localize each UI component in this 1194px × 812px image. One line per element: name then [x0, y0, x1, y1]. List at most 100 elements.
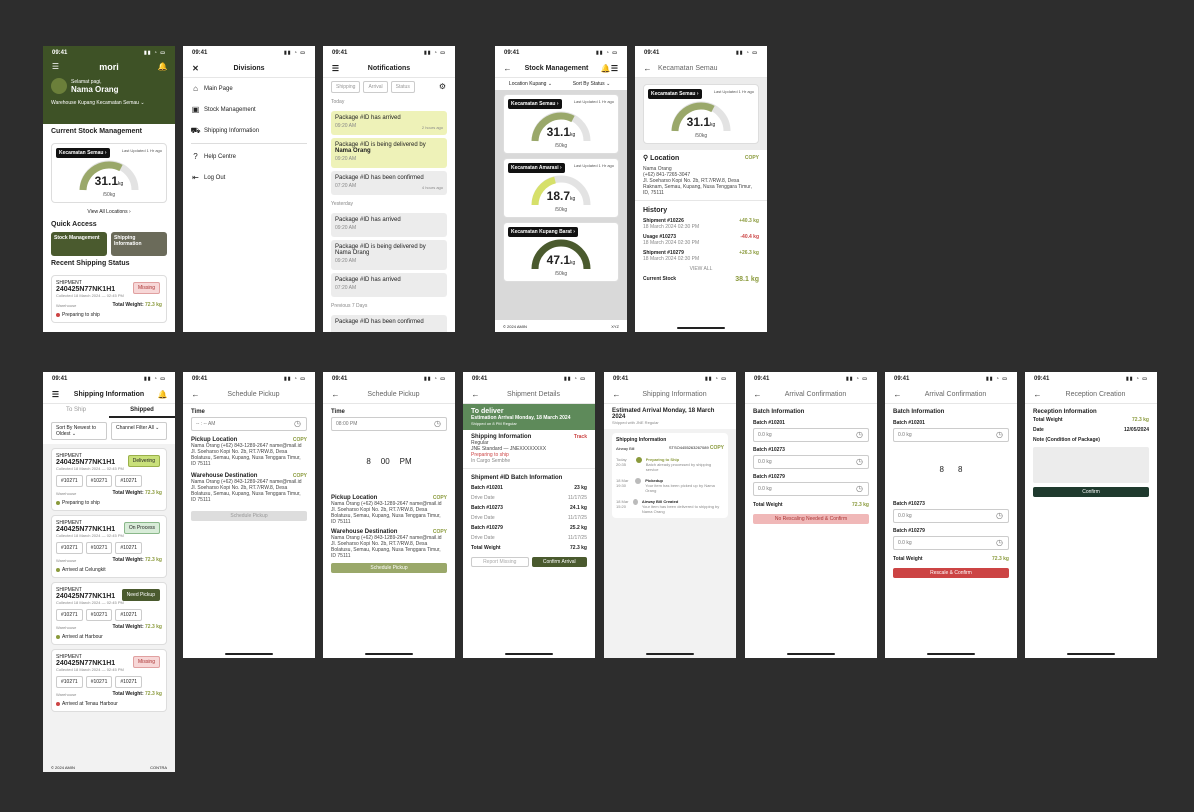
back-icon[interactable]: ←	[191, 390, 200, 399]
view-all-history[interactable]: VIEW ALL	[635, 264, 767, 274]
close-icon[interactable]: ✕	[191, 64, 200, 73]
stock-gauge-card[interactable]: Kecamatan Semau › Last Updated 1 Hr ago 3…	[503, 94, 619, 154]
gear-icon[interactable]: ⚙	[438, 83, 447, 92]
back-icon[interactable]: ←	[753, 390, 762, 399]
sort-filter[interactable]: Sort By Status ⌄	[564, 81, 619, 87]
shipment-card[interactable]: SHIPMENT 240425N77NK1H1 Collected 18 March…	[51, 649, 167, 712]
back-icon[interactable]: ←	[471, 390, 480, 399]
bell-icon[interactable]: 🔔	[158, 63, 168, 72]
weight-input[interactable]: 0.0 kg ◷	[893, 509, 1009, 523]
page-title: Notifications	[367, 65, 411, 72]
copy-button[interactable]: COPY	[745, 155, 759, 161]
menu-help-centre[interactable]: ? Help Centre	[183, 146, 315, 167]
rescale-confirm-button[interactable]: Rescale & Confirm	[893, 568, 1009, 578]
shipment-card[interactable]: SHIPMENT 240425N77NK1H1 Collected 18 Mar…	[51, 275, 167, 323]
last-updated: Last Updated 1 Hr ago	[573, 163, 614, 168]
location-tag[interactable]: Kecamatan Semau ›	[56, 148, 110, 158]
stock-gauge-card[interactable]: Kecamatan Amarasi › Last Updated 1 Hr ago…	[503, 158, 619, 218]
time-picker[interactable]: 8 00 PM	[323, 431, 455, 491]
location-tag[interactable]: Kecamatan Amarasi ›	[508, 163, 565, 173]
shipment-card[interactable]: SHIPMENT 240425N77NK1H1 Collected 18 March…	[51, 515, 167, 578]
report-missing-button[interactable]: Report Missing	[471, 557, 529, 567]
history-row[interactable]: Usage #10273 18 March 2024 02:30 PM -40.4 …	[635, 232, 767, 248]
menu-icon[interactable]: ☰	[51, 63, 60, 72]
tab-status[interactable]: Status	[390, 81, 415, 93]
copy-button[interactable]: COPY	[710, 445, 724, 451]
back-icon[interactable]: ←	[1033, 390, 1042, 399]
page-title: Shipping Information	[642, 391, 707, 398]
bell-icon[interactable]: 🔔	[601, 64, 611, 73]
stock-gauge-card[interactable]: Kecamatan Semau › Last Updated 1 Hr ago …	[51, 143, 167, 203]
schedule-pickup-button[interactable]: Schedule Pickup	[191, 511, 307, 521]
stock-gauge-card[interactable]: Kecamatan Kupang Barat › 47.1kg /50kg	[503, 222, 619, 282]
confirm-button[interactable]: Confirm	[1033, 487, 1149, 497]
quick-shipping-button[interactable]: Shipping Information	[111, 232, 167, 256]
back-icon[interactable]: ←	[331, 390, 340, 399]
weight-picker[interactable]: 88	[885, 442, 1017, 496]
channel-filter-dropdown[interactable]: Channel Filter All ⌄	[111, 422, 167, 440]
tab-arrival[interactable]: Arrival	[363, 81, 388, 93]
bell-icon[interactable]: 🔔	[158, 390, 168, 399]
shipping-list-screen: 09:41 ▮▮ ◔ ▭ ☰ Shipping Information 🔔 To Sh…	[43, 372, 175, 772]
status-time: 09:41	[613, 376, 629, 382]
menu-icon[interactable]: ☰	[610, 64, 619, 73]
pickup-address: Nama Orang (+62) 843-1289-2647 name@mail…	[331, 501, 442, 525]
status-time: 09:41	[52, 50, 68, 56]
back-icon[interactable]: ←	[643, 64, 652, 73]
quick-stock-button[interactable]: Stock Management	[51, 232, 107, 256]
note-textarea[interactable]	[1033, 447, 1149, 483]
notification-item[interactable]: Package #ID has arrived 07:20 AM	[331, 273, 447, 297]
location-detail-screen: 09:41 ▮▮ ◔ ▭ ← Kecamatan Semau Kecamatan S…	[635, 46, 767, 332]
ampm-wheel[interactable]: PM	[400, 457, 412, 466]
location-tag[interactable]: Kecamatan Kupang Barat ›	[508, 227, 578, 237]
view-all-locations-link[interactable]: View All Locations ›	[43, 207, 175, 217]
back-icon[interactable]: ←	[893, 390, 902, 399]
shipment-card[interactable]: SHIPMENT 240425N77NK1H1 Collected 18 March…	[51, 582, 167, 645]
arrival-rescale-screen: 09:41 ▮▮ ◔ ▭ ← Arrival Confirmation Batch …	[885, 372, 1017, 658]
tab-to-ship[interactable]: To Ship	[43, 404, 109, 418]
location-tag: Kecamatan Semau ›	[648, 89, 702, 99]
notification-item[interactable]: Package #ID has arrived 09:20 AM 2 hours a…	[331, 111, 447, 135]
schedule-pickup-picker-screen: 09:41 ▮▮ ◔ ▭ ← Schedule Pickup Time 08:00 …	[323, 372, 455, 658]
hour-wheel[interactable]: 8	[366, 457, 370, 466]
schedule-pickup-button[interactable]: Schedule Pickup	[331, 563, 447, 573]
status-time: 09:41	[332, 50, 348, 56]
notification-item[interactable]: Package #ID has been confirmed	[331, 315, 447, 332]
notification-item[interactable]: Package #ID has arrived 09:20 AM	[331, 213, 447, 237]
menu-main-page[interactable]: ⌂ Main Page	[183, 78, 315, 99]
shipment-card[interactable]: SHIPMENT 240425N77NK1H1 Collected 18 March…	[51, 448, 167, 511]
no-rescale-confirm-button[interactable]: No Rescaling Needed & Confirm	[753, 514, 869, 524]
home-icon: ⌂	[193, 83, 198, 93]
time-input[interactable]: 08:00 PM ◷	[331, 417, 447, 431]
sort-dropdown[interactable]: Sort By Newest to Oldest ⌄	[51, 422, 107, 440]
location-filter[interactable]: Location Kupang ⌄	[503, 81, 558, 87]
weight-input[interactable]: 0.0 kg ◷	[753, 455, 869, 469]
history-row[interactable]: Shipment #10279 18 March 2024 02:30 PM +26…	[635, 248, 767, 264]
menu-stock-management[interactable]: ▣ Stock Management	[183, 99, 315, 120]
track-link[interactable]: Track	[574, 434, 587, 440]
weight-input[interactable]: 0.0 kg ◷	[753, 482, 869, 496]
minute-wheel[interactable]: 00	[381, 457, 390, 466]
menu-icon[interactable]: ☰	[51, 390, 60, 399]
location-tag[interactable]: Kecamatan Semau ›	[508, 99, 562, 109]
history-row[interactable]: Shipment #10226 18 March 2024 02:30 PM +40…	[635, 216, 767, 232]
menu-icon[interactable]: ☰	[331, 64, 340, 73]
current-stock-row: Current Stock 38.1 kg	[643, 276, 759, 283]
weight-input[interactable]: 0.0 kg ◷	[893, 428, 1009, 442]
confirm-arrival-button[interactable]: Confirm Arrival	[531, 557, 587, 567]
notification-item[interactable]: Package #ID has been confirmed 07:20 AM 4 …	[331, 171, 447, 195]
notification-item[interactable]: Package #ID is being delivered by Nama O…	[331, 240, 447, 270]
notification-item[interactable]: Package #ID is being delivered by Nama Or…	[331, 138, 447, 168]
warehouse-selector[interactable]: Warehouse Kupang Kecamatan Semau ⌄	[43, 98, 175, 108]
weight-input[interactable]: 0.0 kg ◷	[893, 536, 1009, 550]
time-input[interactable]: -- : -- AM ◷	[191, 417, 307, 431]
status-time: 09:41	[754, 376, 770, 382]
gauge-value: 31.1kg	[546, 125, 576, 139]
menu-shipping-information[interactable]: ⛟ Shipping Information	[183, 120, 315, 141]
menu-log-out[interactable]: ⇤ Log Out	[183, 167, 315, 188]
tab-shipped[interactable]: Shipped	[109, 404, 175, 418]
tab-shipping[interactable]: Shipping	[331, 81, 361, 93]
weight-input[interactable]: 0.0 kg ◷	[753, 428, 869, 442]
back-icon[interactable]: ←	[503, 64, 512, 73]
back-icon[interactable]: ←	[612, 390, 621, 399]
